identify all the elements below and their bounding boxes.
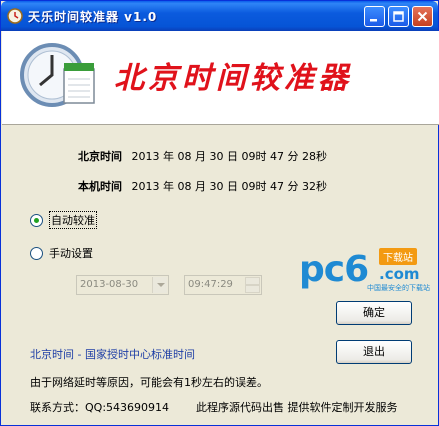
dropdown-arrow-icon[interactable] [152,277,167,293]
pc6-logo-text: pc6 [299,249,369,290]
manual-set-label: 手动设置 [49,247,93,260]
auto-calibrate-label: 自动较准 [49,211,97,229]
beijing-time-label: 北京时间 [78,150,122,163]
pc6-badge: 下载站 [379,248,417,265]
local-time-row: 本机时间 2013 年 08 月 30 日 09时 47 分 32秒 [78,178,327,194]
beijing-time-row: 北京时间 2013 年 08 月 30 日 09时 47 分 28秒 [78,148,327,164]
ntsc-link[interactable]: 北京时间 - 国家授时中心标准时间 [30,346,195,362]
radio-unchecked-icon[interactable] [30,246,43,260]
time-value: 09:47:29 [188,279,233,290]
maximize-button[interactable] [388,6,409,27]
app-clock-icon [7,8,23,24]
latency-note: 由于网络延时等原因，可能会有1秒左右的误差。 [30,376,268,389]
beijing-time-value: 2013 年 08 月 30 日 09时 47 分 28秒 [131,150,327,163]
window-title: 天乐时间较准器 v1.0 [28,10,158,24]
local-time-label: 本机时间 [78,180,122,193]
header-banner: 北京时间较准器 [2,31,439,125]
banner-title: 北京时间较准器 [114,61,352,96]
pc6-domain: .com [379,265,420,283]
pc6-watermark: pc6 下载站 .com 中国最安全的下载站 [299,245,430,295]
app-window: 天乐时间较准器 v1.0 北京时间较准器 北京时间 2013 年 08 月 30… [0,0,439,426]
source-code-ad: 此程序源代码出售 提供软件定制开发服务 [196,401,398,414]
clock-calendar-icon [20,43,95,107]
local-time-value: 2013 年 08 月 30 日 09时 47 分 32秒 [131,180,327,193]
date-value: 2013-08-30 [80,279,139,290]
date-picker[interactable]: 2013-08-30 [76,275,169,295]
time-picker[interactable]: 09:47:29 [184,275,262,295]
spinner-icon[interactable] [245,277,260,293]
auto-calibrate-radio[interactable]: 自动较准 [30,211,97,229]
minimize-button[interactable] [364,6,385,27]
ok-button[interactable]: 确定 [336,301,412,325]
title-bar[interactable]: 天乐时间较准器 v1.0 [1,1,438,31]
close-button[interactable] [412,6,433,27]
contact-info: 联系方式：QQ:543690914 [30,401,170,414]
manual-set-radio[interactable]: 手动设置 [30,245,93,261]
radio-checked-icon[interactable] [30,213,43,227]
exit-button[interactable]: 退出 [336,340,412,364]
pc6-tagline: 中国最安全的下载站 [367,284,430,292]
